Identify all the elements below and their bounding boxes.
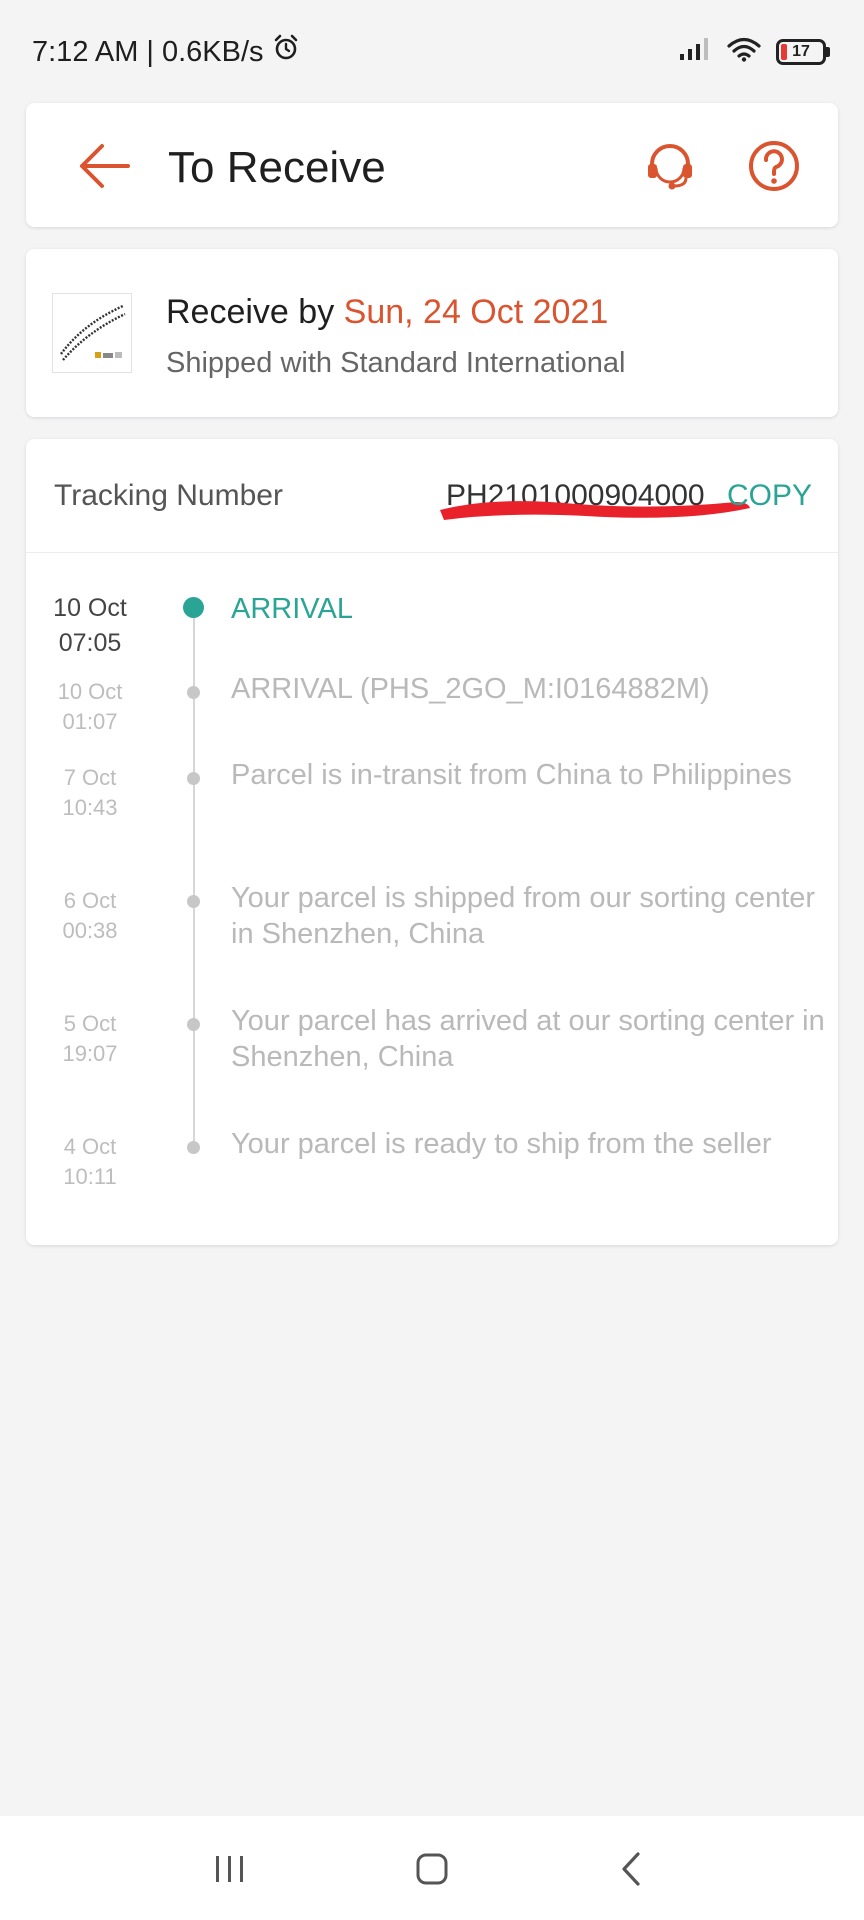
event-date: 10 Oct	[53, 594, 127, 622]
event-datetime: 10 Oct 07:05	[38, 591, 142, 661]
battery-level: 17	[792, 42, 810, 60]
event-datetime: 7 Oct 10:43	[38, 763, 142, 823]
timeline-dot	[187, 686, 200, 699]
shipping-method: Shipped with Standard International	[166, 347, 626, 379]
receive-by-label: Receive by	[166, 293, 335, 331]
copy-button[interactable]: COPY	[726, 479, 812, 513]
event-date: 10 Oct	[57, 679, 123, 704]
event-datetime: 10 Oct 01:07	[38, 677, 142, 737]
status-separator: |	[146, 35, 154, 68]
status-left: 7:12 AM | 0.6KB/s	[32, 34, 300, 70]
tracking-number-value: PH2101000904000	[446, 479, 705, 512]
receive-date: Sun, 24 Oct 2021	[343, 293, 609, 331]
event-date: 6 Oct	[63, 888, 117, 913]
page-title: To Receive	[168, 143, 386, 192]
event-time: 10:11	[63, 1164, 117, 1189]
battery-icon: 17	[776, 38, 830, 65]
status-bar: 7:12 AM | 0.6KB/s 17	[0, 0, 864, 96]
event-description: Parcel is in-transit from China to Phili…	[231, 759, 792, 791]
customer-support-button[interactable]	[642, 138, 698, 194]
status-network-speed: 0.6KB/s	[161, 35, 264, 68]
event-date: 5 Oct	[63, 1011, 117, 1036]
alarm-icon	[272, 34, 300, 70]
divider	[26, 552, 838, 553]
arrow-left-icon	[80, 144, 130, 188]
event-description: ARRIVAL (PHS_2GO_M:I0164882M)	[231, 673, 710, 705]
event-time: 10:43	[62, 795, 118, 820]
help-button[interactable]	[746, 138, 802, 194]
timeline-dot	[187, 772, 200, 785]
nav-back-button[interactable]	[608, 1846, 656, 1892]
timeline-dot	[187, 1141, 200, 1154]
timeline-dot	[187, 1018, 200, 1031]
event-time: 01:07	[62, 709, 118, 734]
event-datetime: 4 Oct 10:11	[38, 1132, 142, 1192]
event-description: ARRIVAL	[231, 593, 353, 625]
battery-fill	[781, 43, 787, 60]
tracking-number-label: Tracking Number	[54, 479, 283, 512]
header-bar: To Receive	[26, 103, 838, 227]
event-time: 07:05	[58, 629, 122, 657]
event-description: Your parcel has arrived at our sorting c…	[231, 1005, 825, 1073]
timeline-dot	[187, 895, 200, 908]
headset-icon	[648, 144, 692, 190]
tracking-card: Tracking Number PH2101000904000 COPY 10 …	[26, 439, 838, 1245]
receive-by-line: Receive by Sun, 24 Oct 2021	[166, 293, 608, 332]
event-datetime: 6 Oct 00:38	[38, 886, 142, 946]
timeline-dot-active	[183, 597, 204, 618]
home-button[interactable]	[408, 1846, 456, 1892]
recents-button[interactable]	[206, 1846, 254, 1892]
status-right: 17	[678, 36, 830, 67]
event-description: Your parcel is shipped from our sorting …	[231, 882, 816, 950]
back-icon	[622, 1852, 640, 1886]
recents-icon	[216, 1856, 243, 1882]
event-date: 4 Oct	[63, 1134, 117, 1159]
delivery-info-card[interactable]: Receive by Sun, 24 Oct 2021 Shipped with…	[26, 249, 838, 417]
event-datetime: 5 Oct 19:07	[38, 1009, 142, 1069]
question-icon	[749, 141, 799, 191]
home-icon	[416, 1853, 448, 1885]
event-time: 19:07	[62, 1041, 118, 1066]
event-time: 00:38	[62, 918, 118, 943]
event-description: Your parcel is ready to ship from the se…	[231, 1128, 772, 1160]
status-time: 7:12 AM	[32, 35, 139, 68]
product-thumbnail	[52, 293, 132, 373]
signal-icon	[678, 36, 712, 67]
back-button[interactable]	[76, 141, 132, 191]
event-date: 7 Oct	[63, 765, 117, 790]
timeline-line	[193, 601, 195, 1141]
system-navigation-bar	[0, 1816, 864, 1920]
wifi-icon	[726, 36, 762, 67]
